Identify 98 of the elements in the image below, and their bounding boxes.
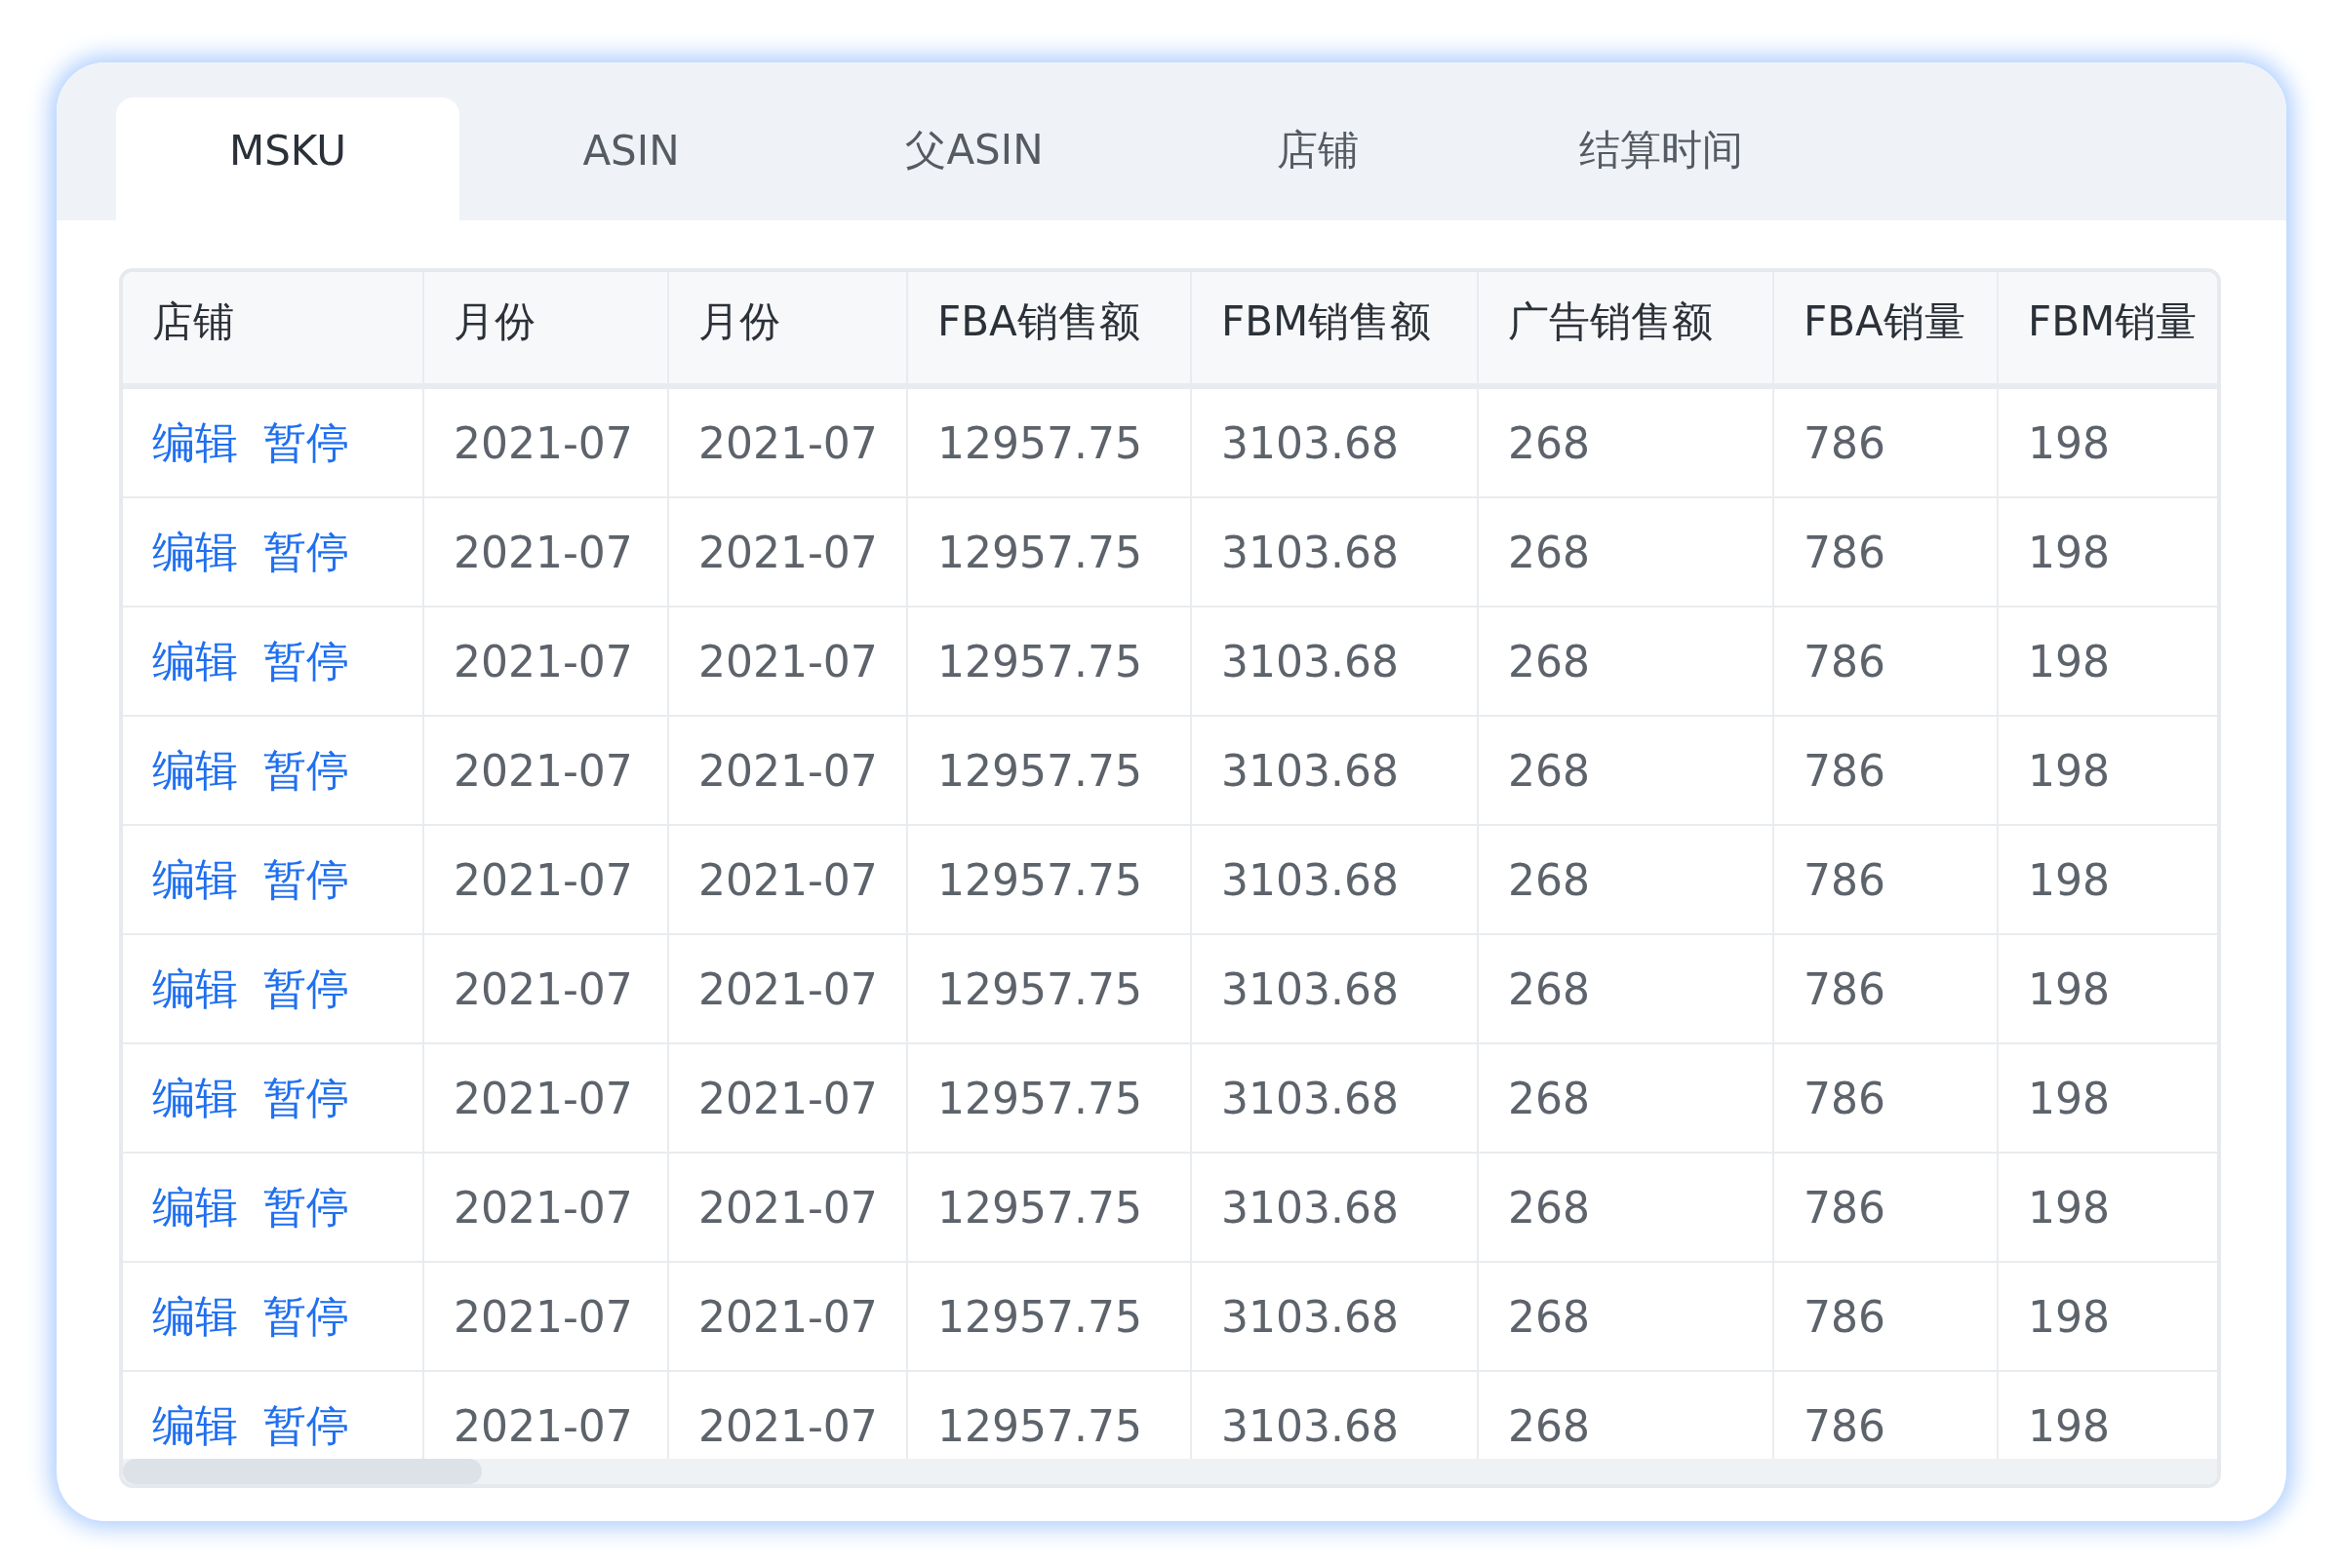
tab[interactable]: MSKU [116,98,459,220]
table-cell: 2021-07 [669,935,908,1042]
column-header: 店铺 [123,272,424,383]
action-link[interactable]: 暂停 [263,632,349,690]
action-link[interactable]: 暂停 [263,1287,349,1346]
table-cell: 268 [1479,1044,1774,1152]
table-cell: 2021-07 [669,717,908,824]
table-cell: 12957.75 [908,717,1192,824]
action-link[interactable]: 编辑 [152,632,238,690]
table-cell: 786 [1774,1044,1999,1152]
table-cell: 3103.68 [1192,935,1479,1042]
table-cell: 3103.68 [1192,1154,1479,1261]
table-cell-text: 198 [2027,526,2111,579]
table-cell: 3103.68 [1192,498,1479,606]
action-link[interactable]: 编辑 [152,413,238,472]
table-cell: 12957.75 [908,1044,1192,1152]
action-link[interactable]: 编辑 [152,523,238,581]
table-cell-text: 198 [2027,1072,2111,1125]
table-cell-text: 198 [2027,416,2111,470]
table-cell-text: 198 [2027,853,2111,907]
action-link[interactable]: 暂停 [263,413,349,472]
action-link[interactable]: 暂停 [263,741,349,800]
action-link[interactable]: 暂停 [263,1069,349,1127]
table-cell: 268 [1479,935,1774,1042]
table-cell: 3103.68 [1192,389,1479,496]
table-cell: 2021-07 [669,1154,908,1261]
table-cell: 786 [1774,608,1999,715]
action-link[interactable]: 编辑 [152,960,238,1018]
table-cell: 3103.68 [1192,717,1479,824]
table-cell: 3103.68 [1192,1044,1479,1152]
table-cell: 786 [1774,826,1999,933]
table-cell: 2021-07 [424,717,669,824]
column-header: FBM销量 [2027,296,2199,347]
column-header: FBM销售额 [1192,272,1479,383]
action-link[interactable]: 编辑 [152,741,238,800]
table-cell: 2021-07 [424,1154,669,1261]
action-link[interactable]: 暂停 [263,960,349,1018]
table-cell: 2021-07 [424,826,669,933]
table-cell-text: 198 [2027,744,2111,798]
table-cell: 12957.75 [908,608,1192,715]
table-cell-text: 198 [2027,962,2111,1016]
horizontal-scrollbar[interactable] [123,1459,2217,1484]
action-link[interactable]: 暂停 [263,850,349,909]
table-cell: 268 [1479,389,1774,496]
action-link[interactable]: 暂停 [263,523,349,581]
tab[interactable]: 店铺 [1146,98,1489,220]
table-cell: 2021-07 [669,826,908,933]
table-cell: 12957.75 [908,498,1192,606]
table-cell: 2021-07 [424,389,669,496]
table-cell: 3103.68 [1192,608,1479,715]
column-header: 月份 [669,272,908,383]
table-cell: 2021-07 [669,498,908,606]
table-cell: 268 [1479,1154,1774,1261]
tab[interactable]: ASIN [459,98,803,220]
table-cell: 786 [1774,935,1999,1042]
table-cell: 2021-07 [669,389,908,496]
column-header: FBA销量 [1774,272,1999,383]
action-link[interactable]: 编辑 [152,850,238,909]
column-header: 月份 [424,272,669,383]
column-header: 广告销售额 [1479,272,1774,383]
table-cell: 12957.75 [908,389,1192,496]
table-cell: 2021-07 [424,1263,669,1370]
action-link[interactable]: 编辑 [152,1178,238,1236]
table-cell-text: 198 [2027,1290,2111,1344]
table-cell: 268 [1479,498,1774,606]
table-cell: 2021-07 [424,1044,669,1152]
table-cell: 2021-07 [669,608,908,715]
action-link[interactable]: 编辑 [152,1287,238,1346]
table-cell: 786 [1774,1263,1999,1370]
table-cell-text: 198 [2027,635,2111,688]
table-cell: 12957.75 [908,1263,1192,1370]
tab[interactable]: 结算时间 [1489,98,1833,220]
table-cell: 268 [1479,608,1774,715]
column-header: FBA销售额 [908,272,1192,383]
table-cell: 786 [1774,1154,1999,1261]
table-cell: 2021-07 [669,1044,908,1152]
table-cell: 3103.68 [1192,826,1479,933]
table-cell-text: 198 [2027,1399,2111,1453]
table-cell: 12957.75 [908,935,1192,1042]
table-cell: 786 [1774,717,1999,824]
table-cell: 2021-07 [669,1263,908,1370]
table-cell: 268 [1479,717,1774,824]
action-link[interactable]: 编辑 [152,1396,238,1455]
action-link[interactable]: 编辑 [152,1069,238,1127]
table-cell: 2021-07 [424,498,669,606]
table-cell: 12957.75 [908,1154,1192,1261]
action-link[interactable]: 暂停 [263,1396,349,1455]
table-cell: 2021-07 [424,608,669,715]
tab[interactable]: 父ASIN [803,98,1146,220]
table-cell: 786 [1774,389,1999,496]
table-cell: 3103.68 [1192,1263,1479,1370]
table-cell: 2021-07 [424,935,669,1042]
table-cell-text: 198 [2027,1181,2111,1235]
table-cell: 268 [1479,1263,1774,1370]
table-cell: 268 [1479,826,1774,933]
table-cell: 786 [1774,498,1999,606]
table-cell: 12957.75 [908,826,1192,933]
action-link[interactable]: 暂停 [263,1178,349,1236]
